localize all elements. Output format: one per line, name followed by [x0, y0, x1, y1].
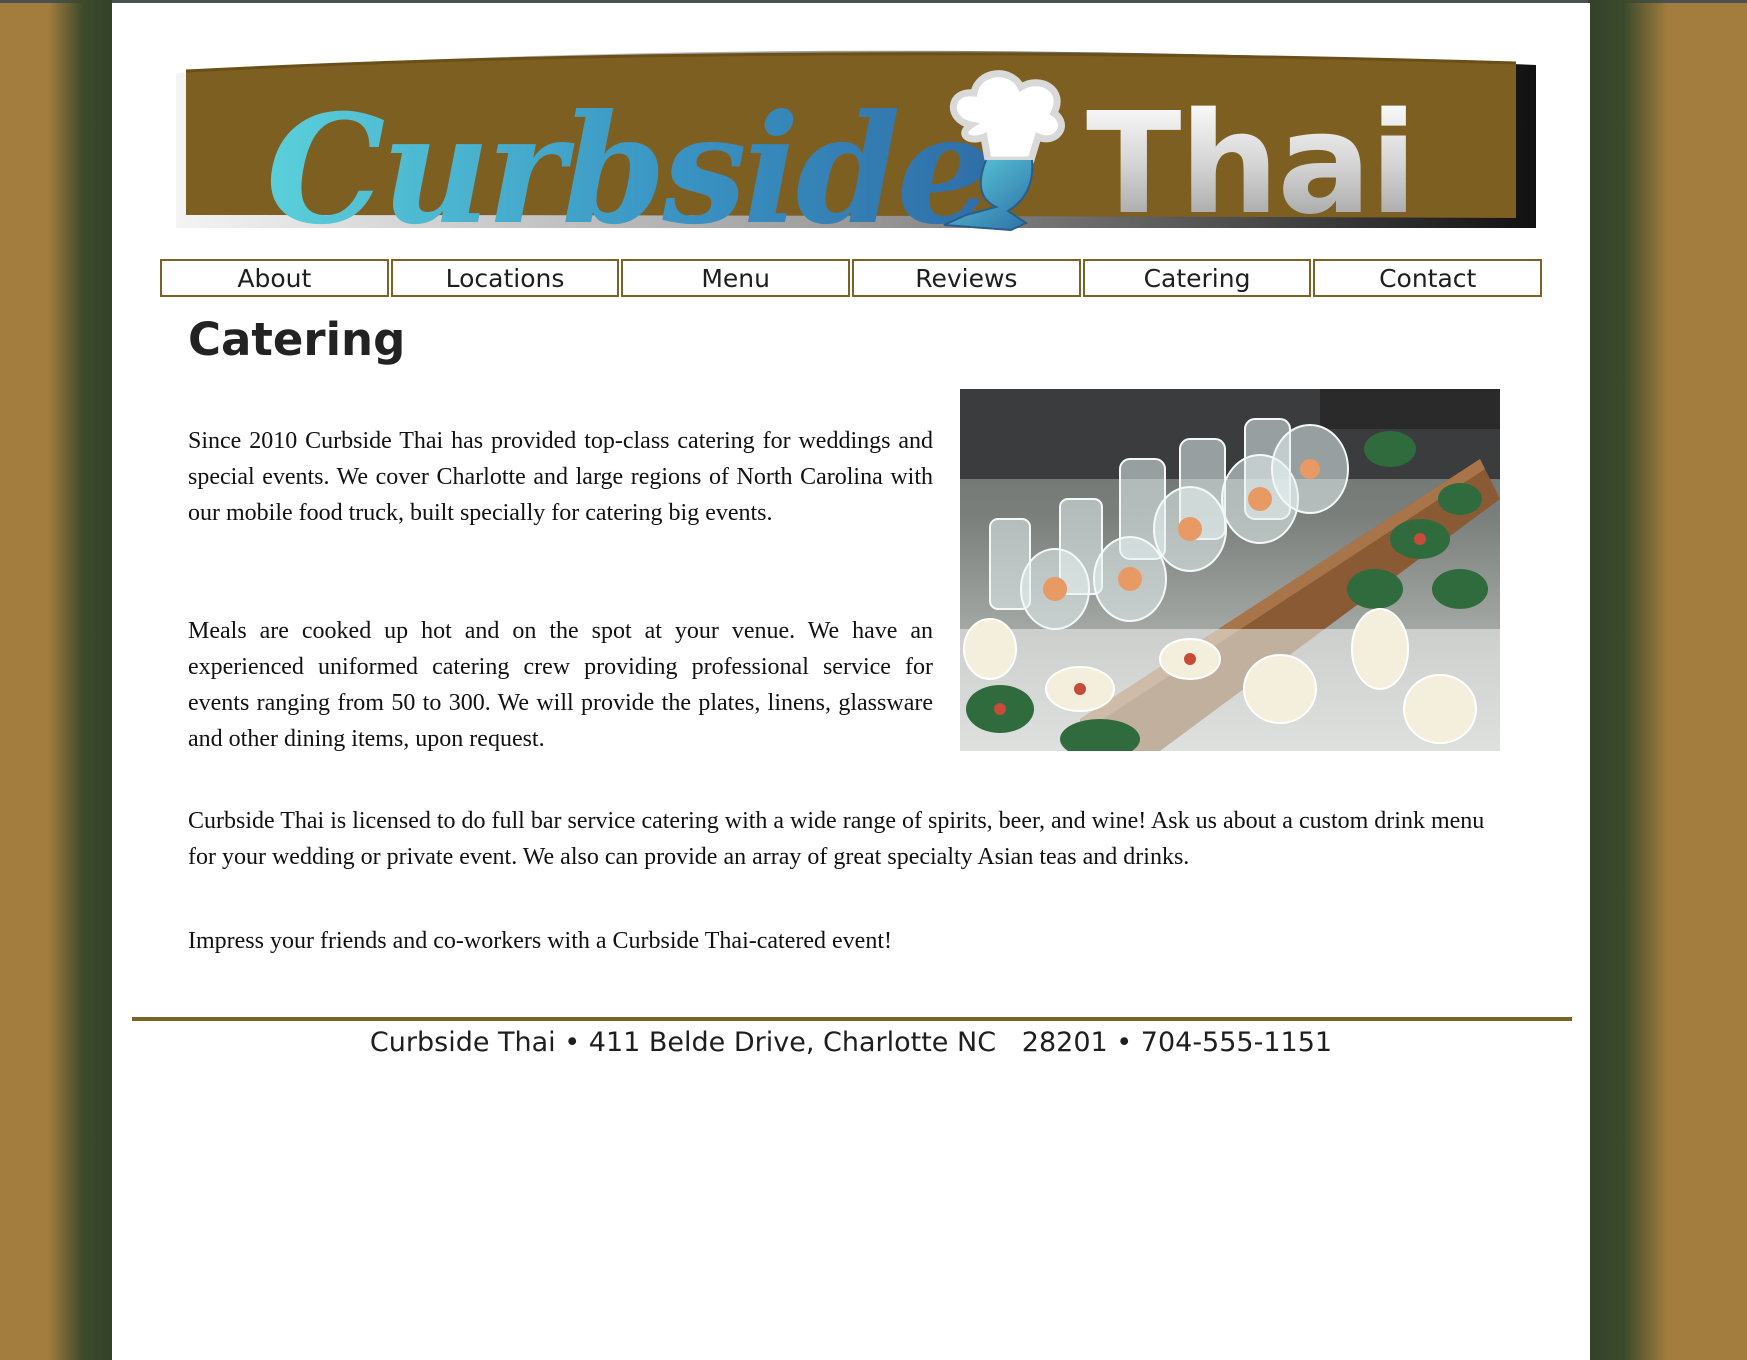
page-container: Curbside Thai About Locations Menu Revie…	[112, 3, 1590, 1360]
site-banner[interactable]: Curbside Thai	[176, 43, 1536, 253]
closing-paragraph: Impress your friends and co-workers with…	[188, 928, 892, 954]
nav-item-catering[interactable]: Catering	[1082, 259, 1312, 297]
page-title: Catering	[188, 313, 406, 366]
left-side-shadow	[48, 0, 112, 1360]
logo-thai-text: Thai	[1086, 83, 1418, 246]
nav-item-about[interactable]: About	[160, 259, 389, 297]
nav-item-locations[interactable]: Locations	[390, 259, 620, 297]
nav-item-menu[interactable]: Menu	[621, 259, 851, 297]
right-side-shadow	[1588, 0, 1668, 1360]
nav-item-contact[interactable]: Contact	[1313, 259, 1543, 297]
catering-food-photo	[960, 389, 1500, 759]
logo-curbside-text: Curbside	[266, 82, 992, 258]
catering-service-paragraph: Meals are cooked up hot and on the spot …	[188, 618, 933, 752]
catering-intro-paragraph: Since 2010 Curbside Thai has provided to…	[188, 428, 933, 526]
main-nav: About Locations Menu Reviews Catering Co…	[160, 259, 1543, 297]
footer-divider	[132, 1017, 1572, 1021]
footer-address: Curbside Thai • 411 Belde Drive, Charlot…	[369, 1027, 1333, 1058]
bar-service-paragraph: Curbside Thai is licensed to do full bar…	[188, 808, 1485, 870]
chef-hat-icon	[926, 65, 1086, 235]
nav-item-reviews[interactable]: Reviews	[852, 259, 1081, 297]
